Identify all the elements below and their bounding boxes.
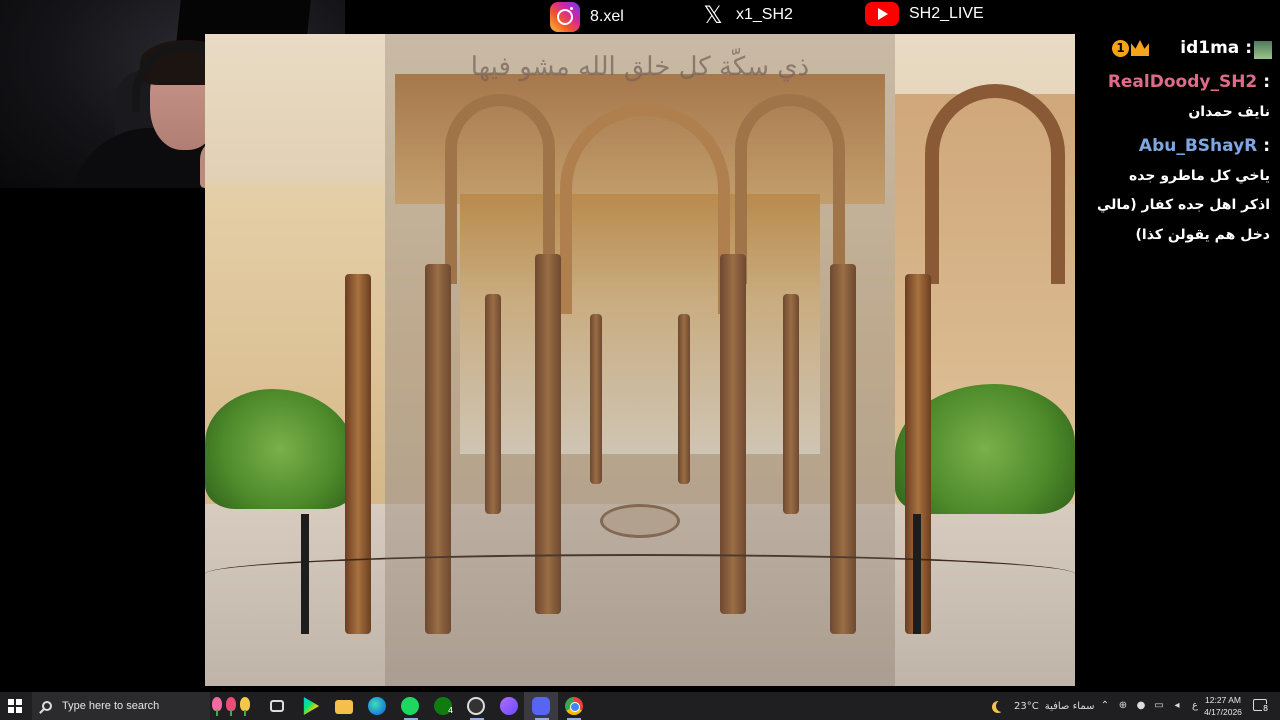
instagram-handle: 8.xel xyxy=(550,2,624,32)
play-store-icon[interactable] xyxy=(303,697,320,715)
youtube-label: SH2_LIVE xyxy=(909,5,984,22)
chat-username: id1ma : xyxy=(1180,38,1252,58)
microphone-icon[interactable]: ● xyxy=(1136,701,1146,711)
taskbar: Type here to search 4 23°C سماء صافية ⌃ … xyxy=(0,692,1280,720)
video-post xyxy=(913,514,921,634)
instagram-label: 8.xel xyxy=(590,8,624,25)
weather-temp: 23°C xyxy=(1014,700,1039,712)
weather-widget[interactable]: 23°C سماء صافية xyxy=(992,692,1095,720)
messenger-icon[interactable] xyxy=(500,697,518,715)
search-placeholder: Type here to search xyxy=(62,700,160,712)
chat-message: نايف حمدان xyxy=(1188,104,1270,120)
video-player[interactable]: ذي سكّة كل خلق الله مشو فيها xyxy=(205,34,1075,686)
chat-message-line: ياخي كل ماطرو جده xyxy=(1129,168,1270,184)
clock[interactable]: 12:27 AM 4/17/2026 xyxy=(1199,694,1247,718)
video-arch-right xyxy=(925,84,1065,284)
stream-stage: 8.xel 𝕏 x1_SH2 SH2_LIVE ذي سكّة كل خلق ا… xyxy=(0,0,1280,692)
spotify-icon[interactable] xyxy=(401,697,419,715)
folder-icon[interactable] xyxy=(335,700,353,714)
video-overlay xyxy=(385,34,895,686)
video-caption: ذي سكّة كل خلق الله مشو فيها xyxy=(470,52,810,82)
monitor-icon[interactable]: ▭ xyxy=(1154,701,1164,711)
chat-colon: : xyxy=(1245,38,1252,58)
xbox-badge: 4 xyxy=(448,706,454,715)
clock-date: 4/17/2026 xyxy=(1204,707,1242,717)
emote-icon xyxy=(1254,41,1272,59)
chat-username: Abu_BShayR : xyxy=(1139,136,1270,156)
chat-user-realdoody: RealDoody_SH2 xyxy=(1107,72,1258,92)
rank-badge-icon: 1 xyxy=(1112,40,1129,57)
social-bar: 8.xel 𝕏 x1_SH2 SH2_LIVE xyxy=(345,0,1080,34)
tulips-icon[interactable] xyxy=(210,696,256,716)
edge-icon[interactable] xyxy=(368,697,386,715)
chat-user-id1ma: id1ma xyxy=(1180,38,1240,58)
chat-username: RealDoody_SH2 : xyxy=(1108,72,1270,92)
task-view-icon[interactable] xyxy=(270,700,284,712)
chat-panel: 1 id1ma : RealDoody_SH2 : نايف حمدان Abu… xyxy=(1085,34,1280,284)
clock-time: 12:27 AM xyxy=(1205,695,1241,705)
system-tray: ⌃ ⊕ ● ▭ ◂ ع xyxy=(1100,692,1200,720)
instagram-icon xyxy=(550,2,580,32)
chat-user-abubshayr: Abu_BShayR xyxy=(1138,136,1258,156)
x-logo-icon: 𝕏 xyxy=(703,1,723,29)
moon-icon xyxy=(996,700,1008,712)
chat-message-line: اذكر اهل جده كفار (مالي xyxy=(1096,197,1270,213)
youtube-icon xyxy=(865,2,899,26)
chevron-up-icon[interactable]: ⌃ xyxy=(1100,701,1110,711)
chat-colon: : xyxy=(1263,136,1270,156)
x-handle: 𝕏 x1_SH2 xyxy=(700,2,793,28)
start-icon[interactable] xyxy=(8,699,22,713)
youtube-handle: SH2_LIVE xyxy=(865,2,984,26)
notification-count: 8 xyxy=(1262,704,1270,713)
discord-icon[interactable] xyxy=(532,697,550,715)
chat-message-line: دخل هم يقولن كذا) xyxy=(1135,227,1270,243)
obs-icon[interactable] xyxy=(467,697,485,715)
x-label: x1_SH2 xyxy=(736,6,793,23)
chrome-icon[interactable] xyxy=(565,697,583,715)
crown-icon xyxy=(1131,40,1149,56)
video-post xyxy=(301,514,309,634)
search-input[interactable]: Type here to search xyxy=(32,692,210,720)
network-icon[interactable]: ⊕ xyxy=(1118,701,1128,711)
weather-text: سماء صافية xyxy=(1044,700,1095,712)
search-icon xyxy=(42,701,52,711)
speaker-icon[interactable]: ◂ xyxy=(1172,701,1182,711)
chat-colon: : xyxy=(1263,72,1270,92)
